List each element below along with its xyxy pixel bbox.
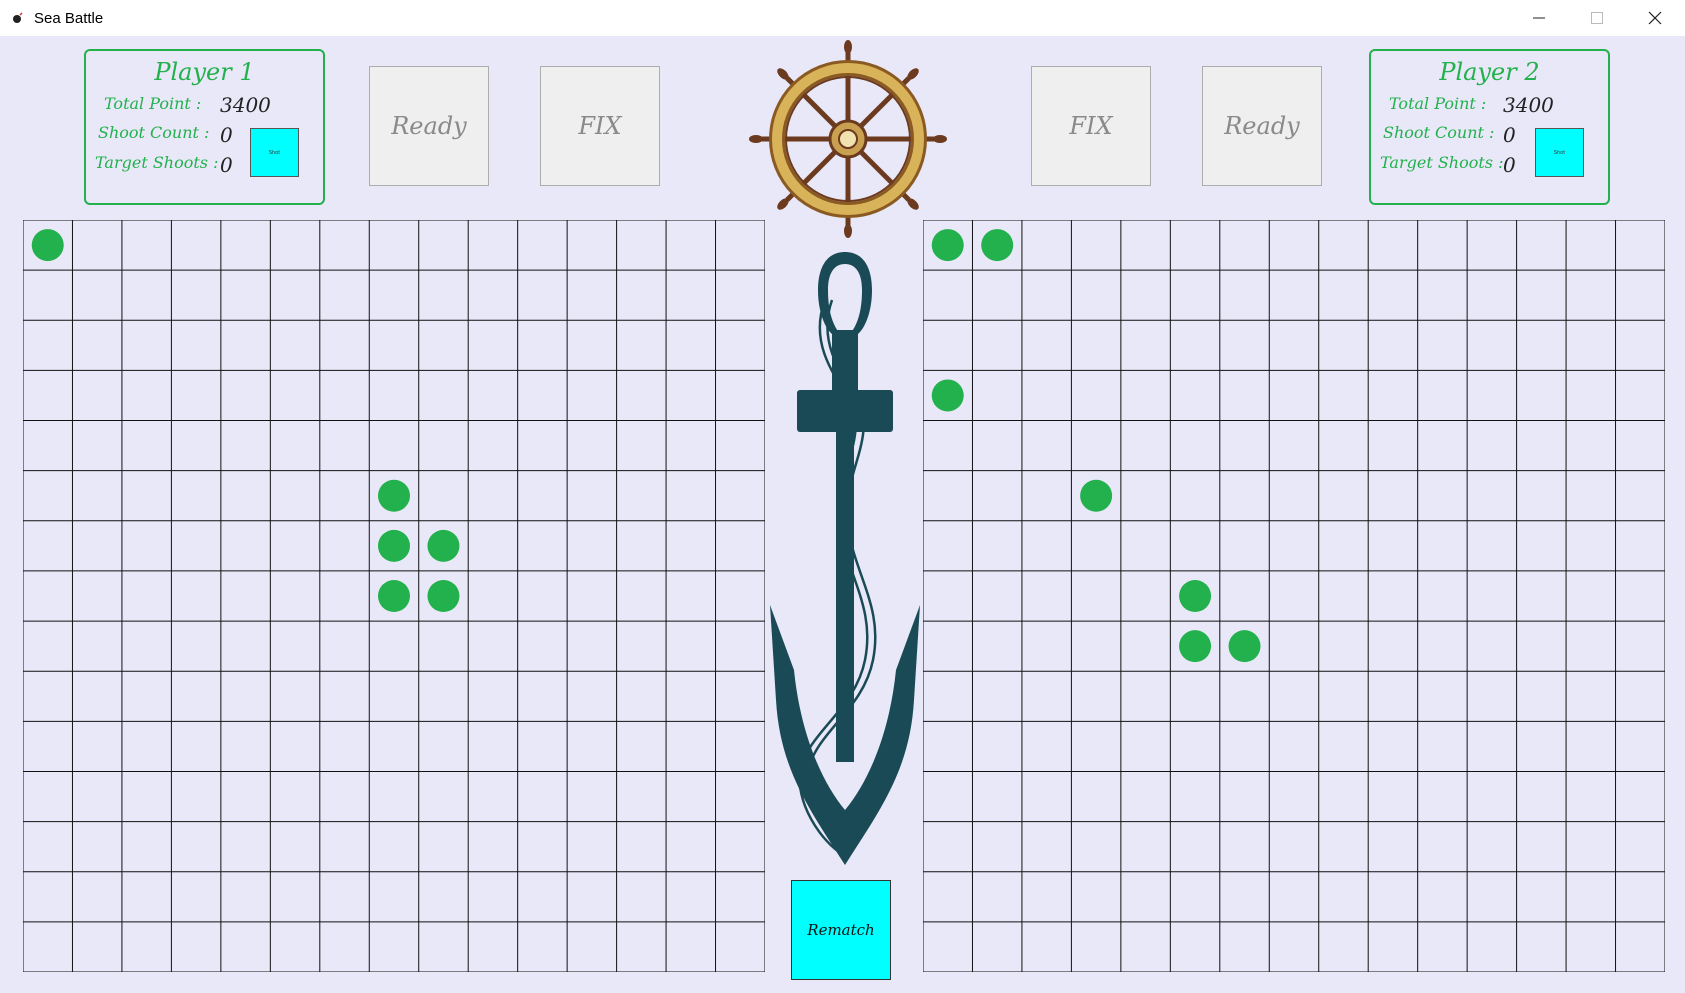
player1-total-point-label: Total Point : (104, 94, 202, 113)
player2-board-ship-marker[interactable] (931, 379, 964, 412)
player1-board[interactable] (23, 220, 765, 972)
close-button[interactable] (1626, 0, 1684, 36)
player2-fix-button[interactable]: FIX (1031, 66, 1151, 186)
player2-board-ship-marker[interactable] (1080, 479, 1113, 512)
player1-board-ship-marker[interactable] (427, 529, 460, 562)
player1-fix-button[interactable]: FIX (540, 66, 660, 186)
player1-shoot-count: 0 (220, 123, 233, 147)
window-title: Sea Battle (34, 9, 104, 27)
rematch-button[interactable]: Rematch (791, 880, 891, 980)
player2-ready-button[interactable]: Ready (1202, 66, 1322, 186)
anchor-icon (770, 252, 920, 865)
player1-board-ship-marker[interactable] (378, 580, 410, 612)
title-bar: Sea Battle (0, 0, 1685, 36)
player1-indicator[interactable]: Shot (250, 128, 299, 177)
close-icon (1648, 11, 1662, 25)
player1-board-ship-marker[interactable] (31, 229, 64, 262)
player1-name: Player 1 (154, 58, 255, 86)
player1-target-shoots: 0 (220, 153, 233, 177)
player1-board-ship-marker[interactable] (378, 529, 410, 562)
player2-board[interactable] (923, 220, 1665, 972)
player2-board-ship-marker[interactable] (1179, 580, 1212, 612)
player2-name: Player 2 (1439, 58, 1540, 86)
player2-panel: Player 2 Total Point : 3400 Shoot Count … (1369, 49, 1610, 205)
player2-target-shoots: 0 (1503, 153, 1516, 177)
player1-shoot-count-label: Shoot Count : (98, 123, 210, 142)
player2-board-ship-marker[interactable] (931, 229, 964, 262)
player1-board-ship-marker[interactable] (427, 580, 460, 612)
player2-shoot-count-label: Shoot Count : (1383, 123, 1495, 142)
player2-board-ship-marker[interactable] (1179, 630, 1212, 663)
player1-panel: Player 1 Total Point : 3400 Shoot Count … (84, 49, 325, 205)
bomb-icon (12, 12, 24, 24)
player2-total-point: 3400 (1503, 93, 1554, 117)
player2-indicator[interactable]: Shot (1535, 128, 1584, 177)
player2-total-point-label: Total Point : (1389, 94, 1487, 113)
player2-target-shoots-label: Target Shoots : (1380, 153, 1504, 172)
maximize-icon (1591, 12, 1603, 24)
player2-shoot-count: 0 (1503, 123, 1516, 147)
player1-total-point: 3400 (220, 93, 271, 117)
ship-wheel-icon (749, 39, 947, 238)
player1-ready-button[interactable]: Ready (369, 66, 489, 186)
minimize-icon (1533, 17, 1545, 19)
player2-board-ship-marker[interactable] (981, 229, 1014, 262)
player1-board-ship-marker[interactable] (378, 479, 410, 512)
maximize-button[interactable] (1568, 0, 1626, 36)
player1-target-shoots-label: Target Shoots : (95, 153, 219, 172)
minimize-button[interactable] (1510, 0, 1568, 36)
player2-board-ship-marker[interactable] (1228, 630, 1261, 663)
